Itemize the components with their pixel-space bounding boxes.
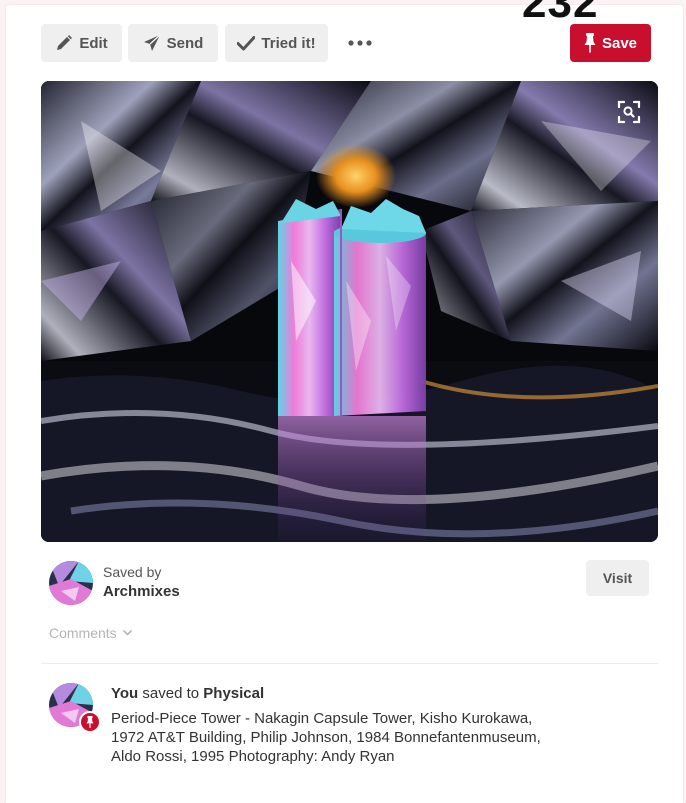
edit-button[interactable]: Edit (41, 24, 122, 62)
saved-by-section: Saved by Archmixes (49, 561, 649, 605)
corner-number: 232 (522, 0, 599, 27)
comments-toggle[interactable]: Comments (49, 625, 132, 641)
saved-by-label: Saved by (103, 564, 162, 580)
saved-pin-badge (79, 711, 101, 733)
tried-it-button[interactable]: Tried it! (225, 24, 328, 62)
pushpin-icon (86, 716, 94, 728)
activity-board-link[interactable]: Physical (203, 685, 264, 702)
pushpin-icon (584, 33, 596, 53)
checkmark-icon (237, 36, 256, 51)
activity-actor[interactable]: You (111, 685, 138, 702)
visual-search-button[interactable] (614, 97, 644, 127)
pin-image[interactable] (41, 81, 658, 542)
chevron-down-icon (122, 630, 132, 636)
divider (41, 663, 658, 664)
save-button[interactable]: Save (570, 24, 651, 62)
activity-headline: You saved to Physical (111, 685, 264, 702)
activity-verb: saved to (142, 685, 200, 702)
saver-name-link[interactable]: Archmixes (103, 583, 180, 600)
comments-label: Comments (49, 625, 117, 641)
visit-button[interactable]: Visit (586, 560, 649, 596)
paper-plane-icon (143, 34, 161, 51)
send-button[interactable]: Send (128, 24, 218, 62)
avatar[interactable] (49, 561, 93, 605)
pin-card: Edit Send Tried it! Save Saved by Archmi… (6, 5, 683, 803)
pencil-icon (57, 35, 73, 50)
ellipsis-icon (348, 40, 372, 46)
send-label: Send (166, 34, 204, 52)
archmixes-avatar-image (49, 561, 93, 605)
save-label: Save (601, 34, 638, 52)
visual-search-icon (617, 100, 641, 124)
tried-it-label: Tried it! (261, 34, 316, 52)
more-options-button[interactable] (340, 24, 380, 62)
pin-photo (41, 81, 658, 542)
pin-description: Period-Piece Tower - Nakagin Capsule Tow… (111, 710, 541, 765)
edit-label: Edit (79, 34, 108, 52)
